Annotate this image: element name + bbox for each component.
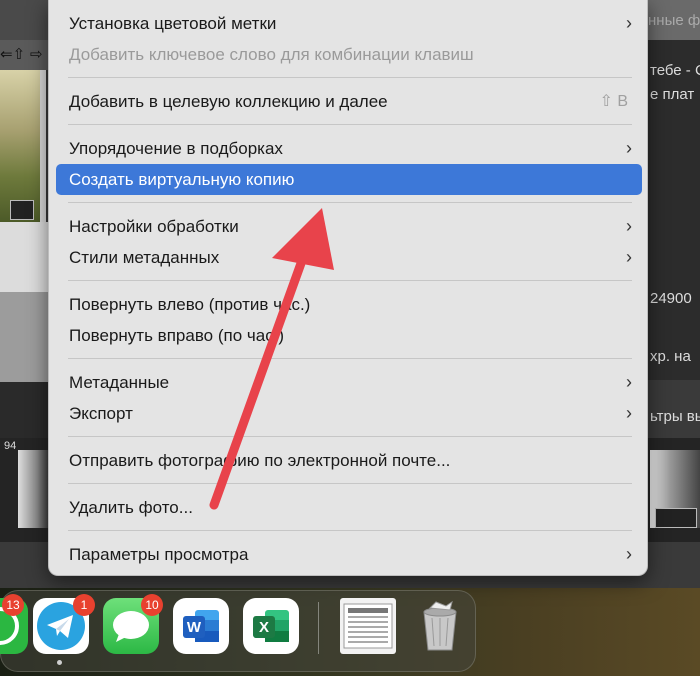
running-indicator (57, 660, 62, 665)
background-right-text: е плат (650, 86, 695, 103)
keyboard-shortcut: ⇧ B (599, 93, 628, 110)
menu-separator (68, 124, 632, 125)
background-right-text: ьтры вы (650, 408, 700, 425)
word-icon[interactable]: W (173, 598, 229, 654)
menu-item-create-virtual-copy[interactable]: Создать виртуальную копию (56, 164, 642, 195)
menu-item-rotate-left[interactable]: Повернуть влево (против час.) (56, 289, 642, 320)
context-menu: Установка цветовой метки › Добавить ключ… (48, 0, 648, 576)
menu-item-label: Установка цветовой метки (69, 14, 277, 33)
menu-item-label: Экспорт (69, 404, 133, 423)
chevron-right-icon: › (626, 372, 632, 392)
document-thumbnail-icon[interactable] (340, 598, 396, 654)
menu-item-develop-settings[interactable]: Настройки обработки › (56, 211, 642, 242)
menu-item-rotate-right[interactable]: Повернуть вправо (по час.) (56, 320, 642, 351)
menu-item-label: Стили метаданных (69, 248, 220, 267)
notification-badge: 10 (141, 594, 163, 616)
menu-separator (68, 358, 632, 359)
virtual-copy-badge-icon (10, 200, 34, 220)
menu-item-label: Добавить ключевое слово для комбинации к… (69, 45, 474, 64)
menu-item-metadata[interactable]: Метаданные › (56, 367, 642, 398)
menu-item-stacking[interactable]: Упорядочение в подборках › (56, 133, 642, 164)
background-right-text: тебе - С (650, 62, 700, 79)
background-right-header-text: нные ф (648, 12, 700, 29)
menu-item-delete-photo[interactable]: Удалить фото... (56, 492, 642, 523)
menu-item-label: Отправить фотографию по электронной почт… (69, 451, 451, 470)
excel-icon-letter: X (259, 619, 269, 636)
menu-separator (68, 436, 632, 437)
filmstrip-number: 94 (4, 440, 17, 452)
menu-item-add-keyword-shortcut: Добавить ключевое слово для комбинации к… (56, 39, 642, 70)
menu-item-label: Упорядочение в подборках (69, 139, 283, 158)
notification-badge: 13 (2, 594, 24, 616)
background-left-panel (0, 0, 50, 40)
menu-item-label: Добавить в целевую коллекцию и далее (69, 92, 388, 111)
chevron-right-icon: › (626, 544, 632, 564)
virtual-copy-badge-icon (655, 508, 697, 528)
menu-separator (68, 483, 632, 484)
word-icon-letter: W (187, 619, 202, 636)
background-toolbar-glyph: ⇨ (30, 46, 43, 63)
menu-item-label: Повернуть влево (против час.) (69, 295, 311, 314)
notification-badge: 1 (73, 594, 95, 616)
menu-item-label: Метаданные (69, 373, 170, 392)
dock-separator (318, 602, 319, 654)
menu-item-label: Параметры просмотра (69, 545, 249, 564)
menu-item-label: Удалить фото... (69, 498, 193, 517)
menu-item-view-options[interactable]: Параметры просмотра › (56, 539, 642, 570)
chevron-right-icon: › (626, 13, 632, 33)
menu-separator (68, 77, 632, 78)
background-right-text: 24900 (650, 290, 692, 307)
background-panel (0, 382, 50, 440)
excel-icon[interactable]: X (243, 598, 299, 654)
chevron-right-icon: › (626, 403, 632, 423)
filmstrip-thumbnail (18, 450, 50, 528)
menu-item-label: Повернуть вправо (по час.) (69, 326, 285, 345)
background-left-toolbar: ⇐⇧ ⇨ (0, 40, 50, 70)
menu-item-label: Настройки обработки (69, 217, 239, 236)
menu-separator (68, 202, 632, 203)
menu-item-add-to-target-collection[interactable]: Добавить в целевую коллекцию и далее ⇧ B (56, 86, 642, 117)
menu-separator (68, 530, 632, 531)
chevron-right-icon: › (626, 247, 632, 267)
trash-icon[interactable] (412, 598, 468, 654)
menu-item-metadata-presets[interactable]: Стили метаданных › (56, 242, 642, 273)
chevron-right-icon: › (626, 138, 632, 158)
background-right-header: нные ф (648, 0, 700, 40)
background-right-text: хр. на (650, 348, 691, 365)
chevron-right-icon: › (626, 216, 632, 236)
background-panel (0, 292, 50, 382)
background-toolbar-glyph: ⇐⇧ (0, 46, 26, 63)
menu-item-color-label[interactable]: Установка цветовой метки › (56, 8, 642, 39)
menu-item-export[interactable]: Экспорт › (56, 398, 642, 429)
background-panel (0, 222, 50, 292)
menu-separator (68, 280, 632, 281)
menu-item-email-photo[interactable]: Отправить фотографию по электронной почт… (56, 445, 642, 476)
menu-item-label: Создать виртуальную копию (69, 170, 295, 189)
